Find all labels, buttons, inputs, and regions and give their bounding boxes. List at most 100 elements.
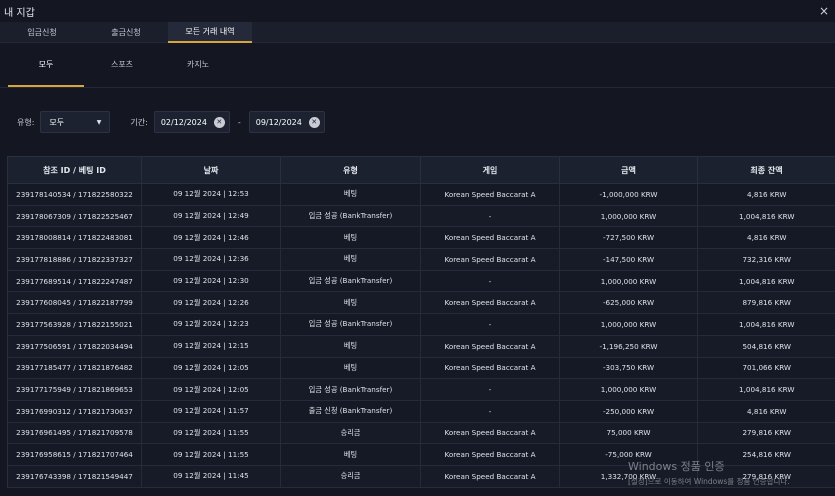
title-bar: 내 지갑 × (0, 0, 835, 22)
cell-game: Korean Speed Baccarat A (420, 335, 560, 358)
cell-amount: -625,000 KRW (559, 291, 698, 315)
cell-type: 베팅 (280, 183, 421, 206)
table-row: 239177818886 / 171822337327 09 12월 2024 |… (7, 248, 835, 271)
cell-type: 입금 성공 (BankTransfer) (280, 270, 421, 293)
sub-tabs: 모두 스포츠 카지노 (0, 43, 835, 88)
cell-game: Korean Speed Baccarat A (420, 443, 560, 466)
tab-deposit-request[interactable]: 입금신청 (0, 22, 84, 43)
cell-game: - (420, 205, 560, 228)
type-select[interactable]: 모두 ▼ (40, 111, 111, 133)
table-header-row: 참조 ID / 베팅 ID 날짜 유형 게임 금액 최종 잔액 (7, 156, 835, 184)
cell-ref-id: 239177608045 / 171822187799 (7, 291, 142, 315)
table-row: 239177563928 / 171822155021 09 12월 2024 |… (7, 313, 835, 336)
cell-type: 입금 성공 (BankTransfer) (280, 205, 421, 228)
date-from-field[interactable]: ✕ (153, 111, 230, 133)
date-from-input[interactable] (160, 117, 213, 127)
column-header-date: 날짜 (141, 156, 281, 184)
cell-date: 09 12월 2024 | 12:15 (141, 335, 281, 358)
cell-ref-id: 239177563928 / 171822155021 (7, 313, 142, 336)
clear-date-to-icon[interactable]: ✕ (308, 116, 320, 128)
cell-ref-id: 239177689514 / 171822247487 (7, 270, 142, 293)
cell-date: 09 12월 2024 | 11:55 (141, 422, 281, 445)
subtab-all[interactable]: 모두 (8, 42, 84, 87)
cell-ref-id: 239177185477 / 171821876482 (7, 357, 142, 380)
cell-final-balance: 279,816 KRW (697, 465, 835, 488)
cell-game: - (420, 378, 560, 401)
cell-date: 09 12월 2024 | 12:49 (141, 205, 281, 228)
table-row: 239178140534 / 171822580322 09 12월 2024 |… (7, 183, 835, 206)
cell-amount: -1,196,250 KRW (559, 335, 698, 358)
cell-ref-id: 239178008814 / 171822483081 (7, 226, 142, 250)
cell-amount: -75,000 KRW (559, 443, 698, 466)
cell-type: 입금 성공 (BankTransfer) (280, 313, 421, 336)
cell-amount: -147,500 KRW (559, 248, 698, 271)
cell-final-balance: 4,816 KRW (697, 400, 835, 423)
table-row: 239176961495 / 171821709578 09 12월 2024 |… (7, 422, 835, 445)
window-title: 내 지갑 (4, 7, 35, 19)
cell-type: 베팅 (280, 248, 421, 271)
table-row: 239177689514 / 171822247487 09 12월 2024 |… (7, 270, 835, 293)
cell-amount: 1,000,000 KRW (559, 378, 698, 401)
cell-ref-id: 239177175949 / 171821869653 (7, 378, 142, 401)
tab-all-transactions[interactable]: 모든 거래 내역 (168, 22, 252, 43)
cell-type: 입금 성공 (BankTransfer) (280, 378, 421, 401)
close-icon[interactable]: × (817, 4, 831, 18)
cell-final-balance: 732,316 KRW (697, 248, 835, 271)
cell-date: 09 12월 2024 | 12:46 (141, 226, 281, 250)
column-header-ref-id: 참조 ID / 베팅 ID (7, 156, 142, 184)
period-label: 기간: (130, 117, 148, 127)
table-row: 239176958615 / 171821707464 09 12월 2024 |… (7, 443, 835, 466)
filter-bar: 유형: 모두 ▼ 기간: ✕ - ✕ (0, 88, 835, 156)
cell-date: 09 12월 2024 | 11:55 (141, 443, 281, 466)
cell-game: - (420, 313, 560, 336)
cell-game: - (420, 270, 560, 293)
cell-ref-id: 239177506591 / 171822034494 (7, 335, 142, 358)
cell-amount: 1,000,000 KRW (559, 205, 698, 228)
cell-game: Korean Speed Baccarat A (420, 226, 560, 250)
tab-withdraw-request[interactable]: 출금신청 (84, 22, 168, 43)
cell-amount: -727,500 KRW (559, 226, 698, 250)
cell-game: Korean Speed Baccarat A (420, 291, 560, 315)
caret-down-icon: ▼ (96, 118, 102, 126)
column-header-type: 유형 (280, 156, 421, 184)
cell-date: 09 12월 2024 | 12:23 (141, 313, 281, 336)
column-header-amount: 금액 (559, 156, 698, 184)
cell-final-balance: 1,004,816 KRW (697, 270, 835, 293)
cell-amount: -303,750 KRW (559, 357, 698, 380)
cell-amount: 1,332,700 KRW (559, 465, 698, 488)
transactions-table: 참조 ID / 베팅 ID 날짜 유형 게임 금액 최종 잔액 23917814… (7, 156, 835, 488)
clear-date-from-icon[interactable]: ✕ (213, 116, 225, 128)
cell-type: 베팅 (280, 291, 421, 315)
cell-date: 09 12월 2024 | 12:53 (141, 183, 281, 206)
cell-type: 승리금 (280, 422, 421, 445)
cell-ref-id: 239176961495 / 171821709578 (7, 422, 142, 445)
cell-date: 09 12월 2024 | 11:57 (141, 400, 281, 423)
date-to-input[interactable] (255, 117, 308, 127)
top-tabs: 입금신청 출금신청 모든 거래 내역 (0, 22, 835, 43)
cell-type: 베팅 (280, 226, 421, 250)
cell-amount: 1,000,000 KRW (559, 270, 698, 293)
cell-game: Korean Speed Baccarat A (420, 465, 560, 488)
table-row: 239176990312 / 171821730637 09 12월 2024 |… (7, 400, 835, 423)
cell-ref-id: 239176743398 / 171821549447 (7, 465, 142, 488)
cell-date: 09 12월 2024 | 11:45 (141, 465, 281, 488)
transactions-table-wrap: 참조 ID / 베팅 ID 날짜 유형 게임 금액 최종 잔액 23917814… (7, 156, 835, 488)
cell-final-balance: 879,816 KRW (697, 291, 835, 315)
table-row: 239177608045 / 171822187799 09 12월 2024 |… (7, 291, 835, 315)
cell-game: Korean Speed Baccarat A (420, 248, 560, 271)
table-row: 239178067309 / 171822525467 09 12월 2024 |… (7, 205, 835, 228)
cell-final-balance: 4,816 KRW (697, 183, 835, 206)
cell-amount: -1,000,000 KRW (559, 183, 698, 206)
subtab-casino[interactable]: 카지노 (160, 42, 236, 87)
cell-date: 09 12월 2024 | 12:30 (141, 270, 281, 293)
cell-date: 09 12월 2024 | 12:05 (141, 378, 281, 401)
cell-amount: -250,000 KRW (559, 400, 698, 423)
column-header-game: 게임 (420, 156, 560, 184)
cell-final-balance: 504,816 KRW (697, 335, 835, 358)
cell-type: 승리금 (280, 465, 421, 488)
date-to-field[interactable]: ✕ (248, 111, 325, 133)
subtab-sports[interactable]: 스포츠 (84, 42, 160, 87)
date-range-dash: - (237, 117, 241, 127)
cell-final-balance: 701,066 KRW (697, 357, 835, 380)
table-row: 239177175949 / 171821869653 09 12월 2024 |… (7, 378, 835, 401)
